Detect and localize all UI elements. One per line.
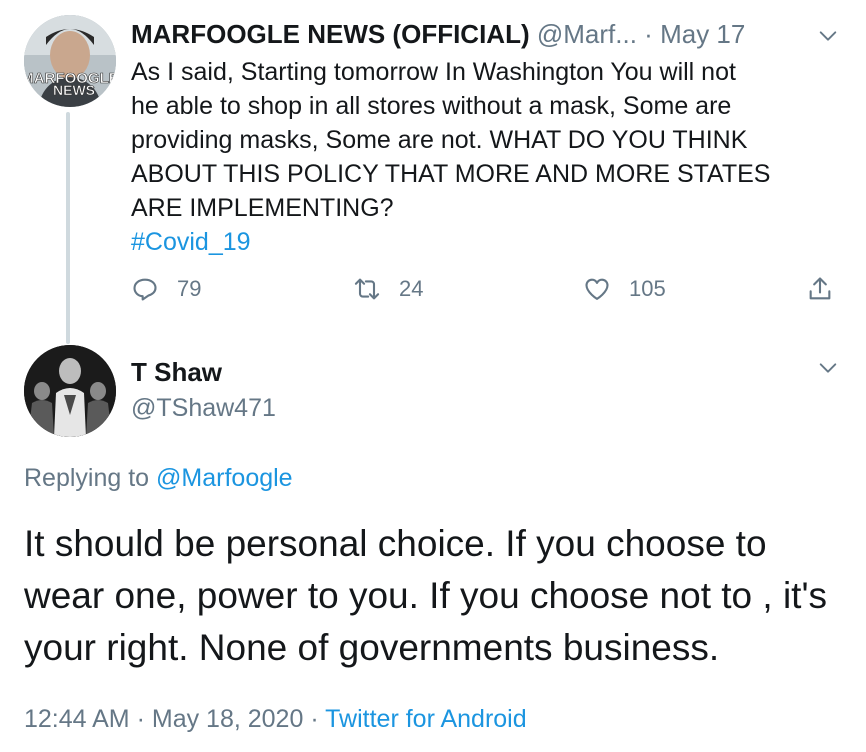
- reply-author-name[interactable]: T Shaw: [131, 356, 222, 388]
- parent-tweet-text: As I said, Starting tomorrow In Washingt…: [131, 55, 831, 259]
- share-button[interactable]: [806, 275, 852, 303]
- like-button[interactable]: 105: [583, 275, 666, 303]
- chevron-down-icon[interactable]: [817, 357, 839, 379]
- meta-separator: ·: [136, 705, 145, 733]
- meta-separator: ·: [310, 705, 319, 733]
- parent-tweet-date[interactable]: May 17: [660, 19, 745, 49]
- tweet-metadata: 12:44 AM · May 18, 2020 · Twitter for An…: [24, 703, 527, 735]
- replying-to-link[interactable]: @Marfoogle: [156, 464, 293, 492]
- reply-avatar-image: [24, 345, 116, 437]
- parent-tweet-header: MARFOOGLE NEWS (OFFICIAL) @Marf... · May…: [131, 18, 791, 50]
- tweet-line: he able to shop in all stores without a …: [131, 92, 732, 120]
- retweet-button[interactable]: 24: [353, 275, 423, 303]
- reply-count: 79: [177, 276, 202, 301]
- retweet-icon: [354, 278, 380, 300]
- thread-connector-line: [66, 112, 70, 344]
- parent-author-handle[interactable]: @Marf...: [537, 19, 637, 49]
- tweet-line: As I said, Starting tomorrow In Washingt…: [131, 58, 736, 86]
- reply-tweet-text: It should be personal choice. If you cho…: [24, 523, 828, 668]
- share-icon: [809, 277, 831, 300]
- tweet-time[interactable]: 12:44 AM: [24, 705, 130, 733]
- tweet-line: ARE IMPLEMENTING?: [131, 194, 394, 222]
- reply-author-handle[interactable]: @TShaw471: [131, 392, 276, 424]
- tweet-date[interactable]: May 18, 2020: [152, 705, 304, 733]
- reply-button[interactable]: 79: [131, 275, 201, 303]
- tweet-source-link[interactable]: Twitter for Android: [325, 705, 526, 733]
- chevron-down-icon[interactable]: [817, 25, 839, 47]
- svg-text:NEWS: NEWS: [53, 82, 95, 98]
- parent-author-name[interactable]: MARFOOGLE NEWS (OFFICIAL): [131, 19, 530, 49]
- retweet-count: 24: [399, 276, 424, 301]
- reply-avatar[interactable]: [24, 345, 116, 437]
- parent-avatar[interactable]: MARFOOGLE NEWS: [24, 15, 116, 107]
- reply-icon: [133, 278, 157, 301]
- tweet-actions: 79 24 105: [131, 275, 846, 315]
- header-separator: ·: [644, 19, 653, 49]
- hashtag-link[interactable]: #Covid_19: [131, 225, 831, 259]
- like-count: 105: [629, 276, 666, 301]
- heart-icon: [585, 278, 609, 300]
- replying-prefix: Replying to: [24, 464, 150, 492]
- tweet-line: providing masks, Some are not. WHAT DO Y…: [131, 126, 748, 154]
- tweet-line: ABOUT THIS POLICY THAT MORE AND MORE STA…: [131, 160, 771, 188]
- replying-to-line: Replying to @Marfoogle: [24, 462, 293, 494]
- parent-avatar-image: MARFOOGLE NEWS: [24, 15, 116, 107]
